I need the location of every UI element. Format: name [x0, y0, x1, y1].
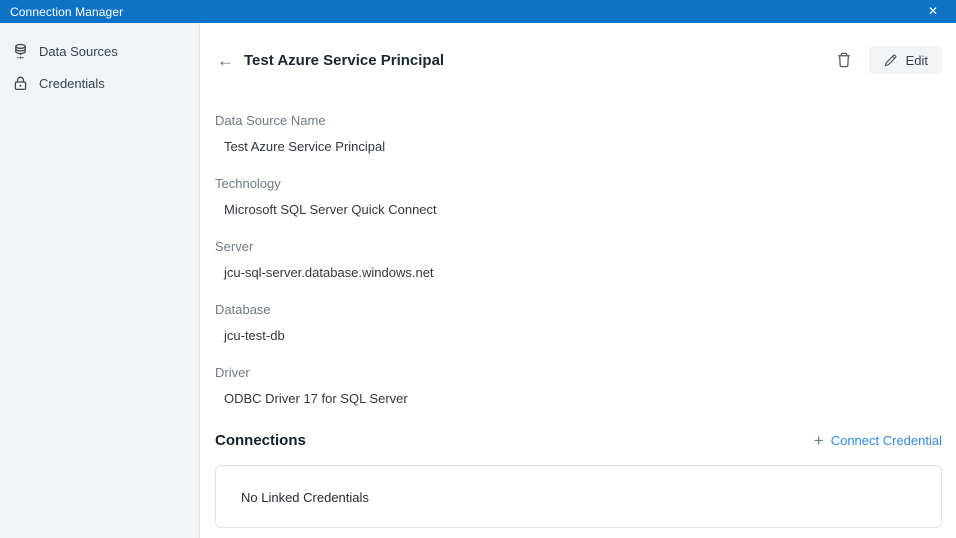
field-value: ODBC Driver 17 for SQL Server [215, 391, 942, 406]
delete-button[interactable] [833, 49, 855, 71]
sidebar: Data Sources Credentials [0, 23, 200, 538]
close-icon[interactable]: ✕ [920, 0, 946, 23]
pencil-icon [883, 53, 898, 68]
detail-panel: ← Test Azure Service Principal [200, 23, 956, 538]
window-title: Connection Manager [10, 5, 920, 19]
field-label: Driver [215, 365, 942, 380]
titlebar: Connection Manager ✕ [0, 0, 956, 23]
connections-header: Connections + Connect Credential [215, 432, 942, 449]
field-technology: Technology Microsoft SQL Server Quick Co… [215, 176, 942, 217]
header-actions: Edit [833, 46, 942, 74]
connections-heading: Connections [215, 432, 814, 449]
field-label: Data Source Name [215, 113, 942, 128]
sidebar-item-label: Data Sources [39, 44, 118, 59]
connection-manager-window: Connection Manager ✕ Data Sources [0, 0, 956, 538]
edit-button[interactable]: Edit [869, 46, 942, 74]
field-driver: Driver ODBC Driver 17 for SQL Server [215, 365, 942, 406]
edit-button-label: Edit [906, 53, 928, 68]
field-label: Technology [215, 176, 942, 191]
sidebar-item-label: Credentials [39, 76, 105, 91]
window-body: Data Sources Credentials ← Test Azure Se… [0, 23, 956, 538]
database-icon [12, 43, 29, 60]
field-label: Database [215, 302, 942, 317]
connect-credential-button[interactable]: + Connect Credential [814, 432, 942, 449]
field-data-source-name: Data Source Name Test Azure Service Prin… [215, 113, 942, 154]
field-label: Server [215, 239, 942, 254]
sidebar-item-credentials[interactable]: Credentials [0, 67, 199, 99]
lock-icon [12, 75, 29, 92]
field-value: Microsoft SQL Server Quick Connect [215, 202, 942, 217]
detail-header: ← Test Azure Service Principal [215, 45, 942, 75]
field-value: Test Azure Service Principal [215, 139, 942, 154]
page-title: Test Azure Service Principal [244, 52, 833, 69]
empty-state-text: No Linked Credentials [241, 490, 369, 505]
field-database: Database jcu-test-db [215, 302, 942, 343]
field-value: jcu-test-db [215, 328, 942, 343]
back-button[interactable]: ← [215, 50, 236, 71]
connect-credential-label: Connect Credential [831, 433, 942, 448]
field-value: jcu-sql-server.database.windows.net [215, 265, 942, 280]
field-server: Server jcu-sql-server.database.windows.n… [215, 239, 942, 280]
sidebar-item-data-sources[interactable]: Data Sources [0, 35, 199, 67]
trash-icon [835, 51, 853, 69]
credentials-empty-card: No Linked Credentials [215, 465, 942, 528]
plus-icon: + [814, 432, 824, 449]
